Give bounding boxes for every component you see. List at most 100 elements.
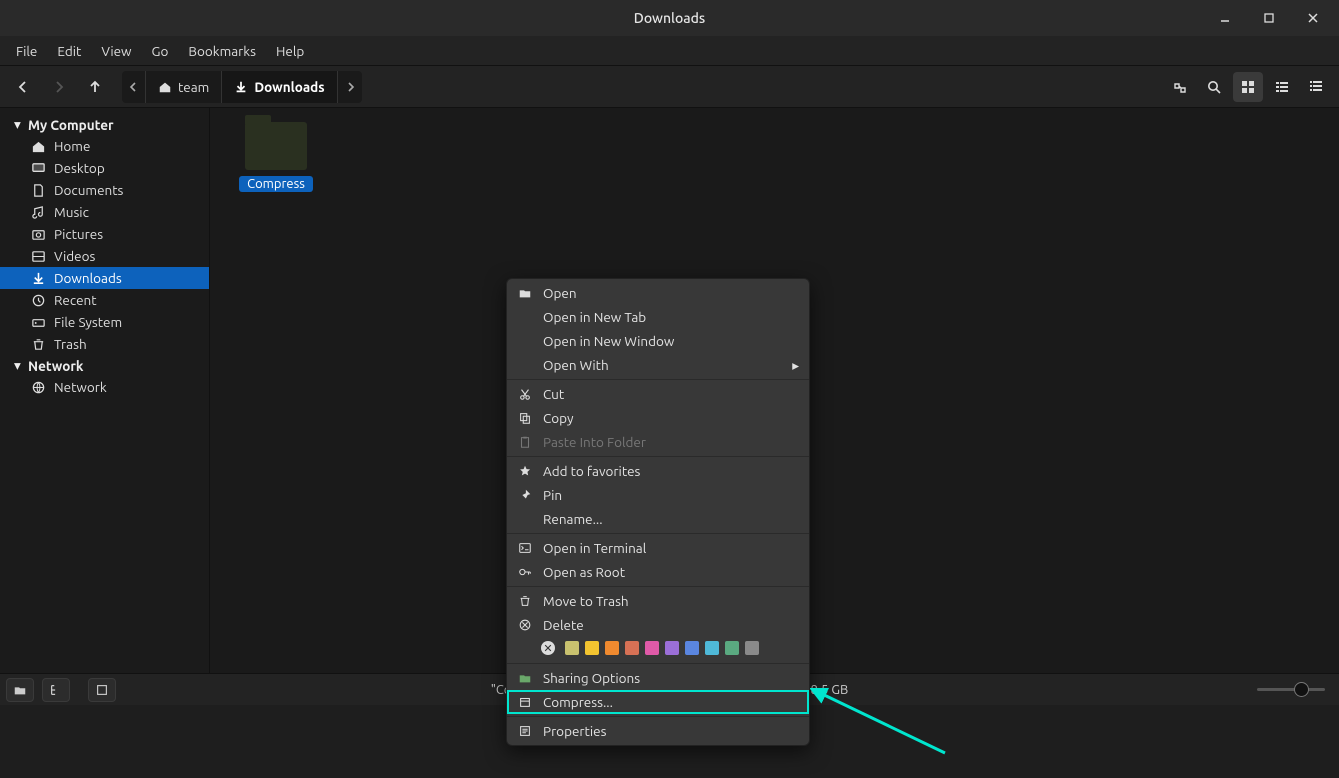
nav-back-button[interactable] xyxy=(8,72,38,102)
zoom-thumb[interactable] xyxy=(1294,682,1309,697)
menu-help[interactable]: Help xyxy=(266,39,314,63)
ctx-open-new-tab[interactable]: Open in New Tab xyxy=(507,305,809,329)
ctx-move-to-trash[interactable]: Move to Trash xyxy=(507,589,809,613)
menu-view[interactable]: View xyxy=(91,39,141,63)
color-swatch[interactable] xyxy=(585,641,599,655)
sidebar-item-pictures[interactable]: Pictures xyxy=(0,223,209,245)
view-icons-button[interactable] xyxy=(1233,72,1263,102)
menu-file[interactable]: File xyxy=(6,39,47,63)
ctx-pin[interactable]: Pin xyxy=(507,483,809,507)
color-swatch[interactable] xyxy=(665,641,679,655)
nav-up-button[interactable] xyxy=(80,72,110,102)
ctx-open-new-window[interactable]: Open in New Window xyxy=(507,329,809,353)
ctx-label: Rename... xyxy=(543,511,603,527)
sidebar-item-network[interactable]: Network xyxy=(0,376,209,398)
sidebar-item-filesystem[interactable]: File System xyxy=(0,311,209,333)
color-swatch[interactable] xyxy=(645,641,659,655)
color-swatch[interactable] xyxy=(605,641,619,655)
sidebar-item-label: Trash xyxy=(54,336,87,352)
separator xyxy=(507,716,809,717)
sidebar-item-recent[interactable]: Recent xyxy=(0,289,209,311)
content-area[interactable]: Compress Open Open in New Tab Open in Ne… xyxy=(210,108,1339,673)
ctx-cut[interactable]: Cut xyxy=(507,382,809,406)
sidebar-item-label: File System xyxy=(54,314,122,330)
ctx-label: Properties xyxy=(543,723,606,739)
ctx-properties[interactable]: Properties xyxy=(507,719,809,743)
main: ▾ My Computer Home Desktop Documents Mus… xyxy=(0,108,1339,673)
sidebar-item-label: Documents xyxy=(54,182,123,198)
sidebar-item-videos[interactable]: Videos xyxy=(0,245,209,267)
ctx-sharing-options[interactable]: Sharing Options xyxy=(507,666,809,690)
menu-edit[interactable]: Edit xyxy=(47,39,91,63)
sidebar-item-trash[interactable]: Trash xyxy=(0,333,209,355)
sidebar-item-downloads[interactable]: Downloads xyxy=(0,267,209,289)
toolbar: team Downloads xyxy=(0,66,1339,108)
view-compact-button[interactable] xyxy=(1301,72,1331,102)
color-swatch[interactable] xyxy=(745,641,759,655)
sidebar-item-label: Recent xyxy=(54,292,97,308)
sidebar-group-network[interactable]: ▾ Network xyxy=(0,355,209,376)
path-segment-current[interactable]: Downloads xyxy=(222,71,337,103)
color-swatch[interactable] xyxy=(565,641,579,655)
zoom-track xyxy=(1257,688,1325,691)
close-button[interactable] xyxy=(1291,0,1335,36)
sidebar-item-home[interactable]: Home xyxy=(0,135,209,157)
pathbar: team Downloads xyxy=(122,71,362,103)
ctx-open-terminal[interactable]: Open in Terminal xyxy=(507,536,809,560)
nav-forward-button[interactable] xyxy=(44,72,74,102)
search-button[interactable] xyxy=(1199,72,1229,102)
sidebar: ▾ My Computer Home Desktop Documents Mus… xyxy=(0,108,210,673)
ctx-compress[interactable]: Compress... xyxy=(507,690,809,714)
pin-icon xyxy=(517,487,533,503)
ctx-label: Open in New Tab xyxy=(543,309,646,325)
color-swatch[interactable] xyxy=(705,641,719,655)
sidebar-item-label: Network xyxy=(54,379,107,395)
ctx-label: Paste Into Folder xyxy=(543,434,646,450)
maximize-button[interactable] xyxy=(1247,0,1291,36)
desktop-icon xyxy=(30,160,46,176)
show-treeview-button[interactable] xyxy=(42,678,70,702)
ctx-open[interactable]: Open xyxy=(507,281,809,305)
sidebar-item-music[interactable]: Music xyxy=(0,201,209,223)
sidebar-item-label: Home xyxy=(54,138,90,154)
documents-icon xyxy=(30,182,46,198)
color-reset-button[interactable]: ✕ xyxy=(541,641,555,655)
minimize-button[interactable] xyxy=(1203,0,1247,36)
menu-bookmarks[interactable]: Bookmarks xyxy=(178,39,266,63)
view-list-button[interactable] xyxy=(1267,72,1297,102)
menu-go[interactable]: Go xyxy=(142,39,179,63)
ctx-open-with[interactable]: Open With ▸ xyxy=(507,353,809,377)
sidebar-item-label: Desktop xyxy=(54,160,105,176)
close-sidebar-button[interactable] xyxy=(88,678,116,702)
ctx-delete[interactable]: Delete xyxy=(507,613,809,637)
sidebar-item-desktop[interactable]: Desktop xyxy=(0,157,209,179)
ctx-add-favorites[interactable]: Add to favorites xyxy=(507,459,809,483)
statusbar-left-buttons xyxy=(6,678,116,702)
file-folder-compress[interactable]: Compress xyxy=(228,122,324,192)
folder-open-icon xyxy=(517,285,533,301)
path-segment-home[interactable]: team xyxy=(146,71,222,103)
toggle-location-button[interactable] xyxy=(1165,72,1195,102)
path-next-button[interactable] xyxy=(338,71,362,103)
color-swatch[interactable] xyxy=(625,641,639,655)
sidebar-group-computer[interactable]: ▾ My Computer xyxy=(0,114,209,135)
ctx-paste-into-folder: Paste Into Folder xyxy=(507,430,809,454)
cut-icon xyxy=(517,386,533,402)
ctx-open-as-root[interactable]: Open as Root xyxy=(507,560,809,584)
sidebar-item-label: Music xyxy=(54,204,89,220)
color-swatch[interactable] xyxy=(725,641,739,655)
color-swatch[interactable] xyxy=(685,641,699,655)
window-controls xyxy=(1203,0,1335,36)
ctx-label: Open With xyxy=(543,357,609,373)
path-prev-button[interactable] xyxy=(122,71,146,103)
star-icon xyxy=(517,463,533,479)
menubar: File Edit View Go Bookmarks Help xyxy=(0,36,1339,66)
sidebar-item-documents[interactable]: Documents xyxy=(0,179,209,201)
ctx-copy[interactable]: Copy xyxy=(507,406,809,430)
disk-icon xyxy=(30,314,46,330)
zoom-slider[interactable] xyxy=(1257,688,1325,691)
show-places-button[interactable] xyxy=(6,678,34,702)
ctx-rename[interactable]: Rename... xyxy=(507,507,809,531)
ctx-label: Open in Terminal xyxy=(543,540,646,556)
file-label: Compress xyxy=(239,176,313,192)
